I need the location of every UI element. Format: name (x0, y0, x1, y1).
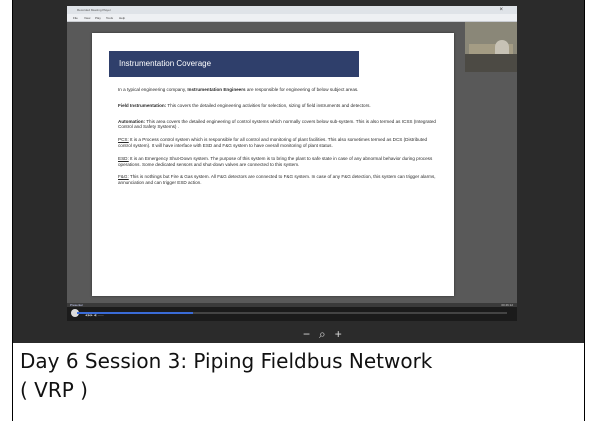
menu-file[interactable]: File (73, 14, 78, 22)
caption-line-1: Day 6 Session 3: Piping Fieldbus Network (20, 349, 433, 373)
menu-play[interactable]: Play (95, 14, 101, 22)
pcs-paragraph: PCS: It is a Process control system whic… (118, 137, 428, 148)
automation-paragraph: Automation: This area covers the detaile… (118, 118, 436, 130)
field-paragraph: Field Instrumentation: This covers the d… (118, 102, 371, 108)
player-controls: Presenter 00:46:12 ◀ ▶▶ ◀) —— (67, 303, 517, 321)
progress-track[interactable] (77, 312, 507, 314)
presenter-label: Presenter (70, 303, 84, 307)
zoom-reset-icon[interactable]: ⌕ (319, 326, 326, 342)
slide-body: In a typical engineering company, Instru… (118, 87, 436, 193)
presentation-slide: Instrumentation Coverage In a typical en… (92, 33, 454, 296)
session-caption: Day 6 Session 3: Piping Fieldbus Network… (20, 347, 580, 405)
intro-paragraph: In a typical engineering company, Instru… (118, 87, 359, 92)
caption-line-2: ( VRP ) (20, 378, 88, 402)
player-secondary-controls[interactable]: ◀ ▶▶ ◀) —— (85, 313, 104, 317)
menubar: File View Play Tools Help (67, 14, 517, 22)
zoom-in-button[interactable]: + (335, 326, 342, 342)
slide-title-banner: Instrumentation Coverage (109, 51, 359, 77)
esd-paragraph: ESD: It is an Emergency Shut-Down system… (118, 155, 433, 167)
close-icon[interactable]: × (499, 6, 503, 14)
window-titlebar: Recorded Meeting Player × (67, 6, 517, 14)
slide-title: Instrumentation Coverage (119, 59, 212, 68)
recording-screenshot: Recorded Meeting Player × File View Play… (13, 0, 584, 343)
player-status-strip: Presenter 00:46:12 (67, 303, 517, 307)
zoom-controls: − ⌕ + (303, 326, 342, 342)
app-title: Recorded Meeting Player (77, 8, 111, 12)
menu-view[interactable]: View (84, 14, 90, 22)
presenter-webcam (465, 22, 517, 72)
elapsed-time: 00:46:12 (501, 303, 513, 307)
zoom-out-button[interactable]: − (303, 326, 310, 342)
menu-help[interactable]: Help (119, 14, 125, 22)
menu-tools[interactable]: Tools (106, 14, 113, 22)
fg-paragraph: F&G: This is nothings but Fire & Gas sys… (118, 174, 436, 186)
